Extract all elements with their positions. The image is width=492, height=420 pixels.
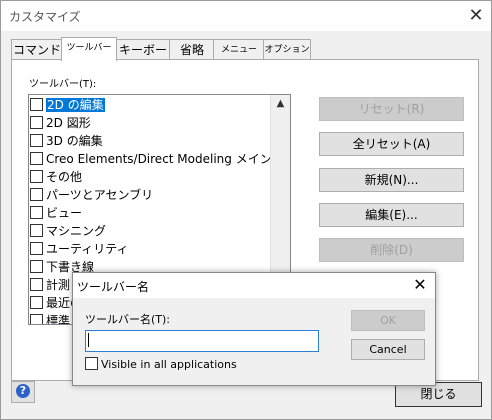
tab-toolbars[interactable]: ツールバー [61,37,117,61]
scroll-up-icon[interactable]: ▲ [271,95,290,112]
help-button[interactable]: ? [11,381,35,403]
new-button[interactable]: 新規(N)... [319,168,464,192]
list-item[interactable]: マシニング [30,222,270,240]
list-item[interactable]: ビュー [30,204,270,222]
checkbox[interactable] [30,206,43,219]
visible-in-all-apps-label: Visible in all applications [101,358,237,371]
checkbox[interactable] [30,188,43,201]
tab-commands[interactable]: コマンド [11,39,63,60]
list-item[interactable]: Creo Elements/Direct Modeling メインタスク [30,150,290,168]
checkbox[interactable] [30,278,43,291]
tab-keyboard[interactable]: キーボード [115,39,171,77]
close-icon[interactable]: ✕ [409,276,431,294]
tab-abbreviations[interactable]: 省略 [169,39,215,60]
close-icon[interactable]: ✕ [463,5,489,27]
toolbar-name-label: ツールバー名(T): [85,313,171,326]
help-icon: ? [16,384,30,398]
tab-options[interactable]: オプション [263,39,311,60]
checkbox[interactable] [30,224,43,237]
toolbar-list-label: ツールバー(T): [29,79,97,90]
checkbox[interactable] [30,134,43,147]
list-item[interactable]: パーツとアセンブリ [30,186,270,204]
checkbox[interactable] [30,314,43,324]
toolbar-name-input[interactable] [85,330,319,352]
list-item[interactable]: 3D の編集 [30,132,270,150]
checkbox[interactable] [30,152,43,165]
list-item[interactable]: 2D の編集 [30,96,270,114]
visible-in-all-apps-option[interactable]: Visible in all applications [85,357,237,371]
list-item[interactable]: その他 [30,168,270,186]
text-caret [88,333,89,347]
checkbox[interactable] [30,296,43,309]
window-title: カスタマイズ [9,10,81,24]
checkbox[interactable] [30,116,43,129]
toolbar-name-dialog: ツールバー名 ✕ ツールバー名(T): OK Cancel Visible in… [72,272,436,386]
visible-in-all-apps-checkbox[interactable] [85,357,98,370]
tab-menu[interactable]: メニュー [213,39,265,60]
title-bar: カスタマイズ ✕ [1,1,491,31]
checkbox[interactable] [30,242,43,255]
subdialog-title-bar: ツールバー名 ✕ [73,273,435,298]
cancel-button[interactable]: Cancel [351,339,425,360]
checkbox[interactable] [30,170,43,183]
checkbox[interactable] [30,260,43,273]
reset-button[interactable]: リセット(R) [319,97,464,121]
edit-button[interactable]: 編集(E)... [319,203,464,227]
list-item[interactable]: 2D 図形 [30,114,270,132]
subdialog-title: ツールバー名 [77,280,150,294]
ok-button[interactable]: OK [351,310,425,331]
reset-all-button[interactable]: 全リセット(A) [319,132,464,156]
delete-button[interactable]: 削除(D) [319,238,464,262]
list-item[interactable]: ユーティリティ [30,240,270,258]
checkbox[interactable] [30,98,43,111]
